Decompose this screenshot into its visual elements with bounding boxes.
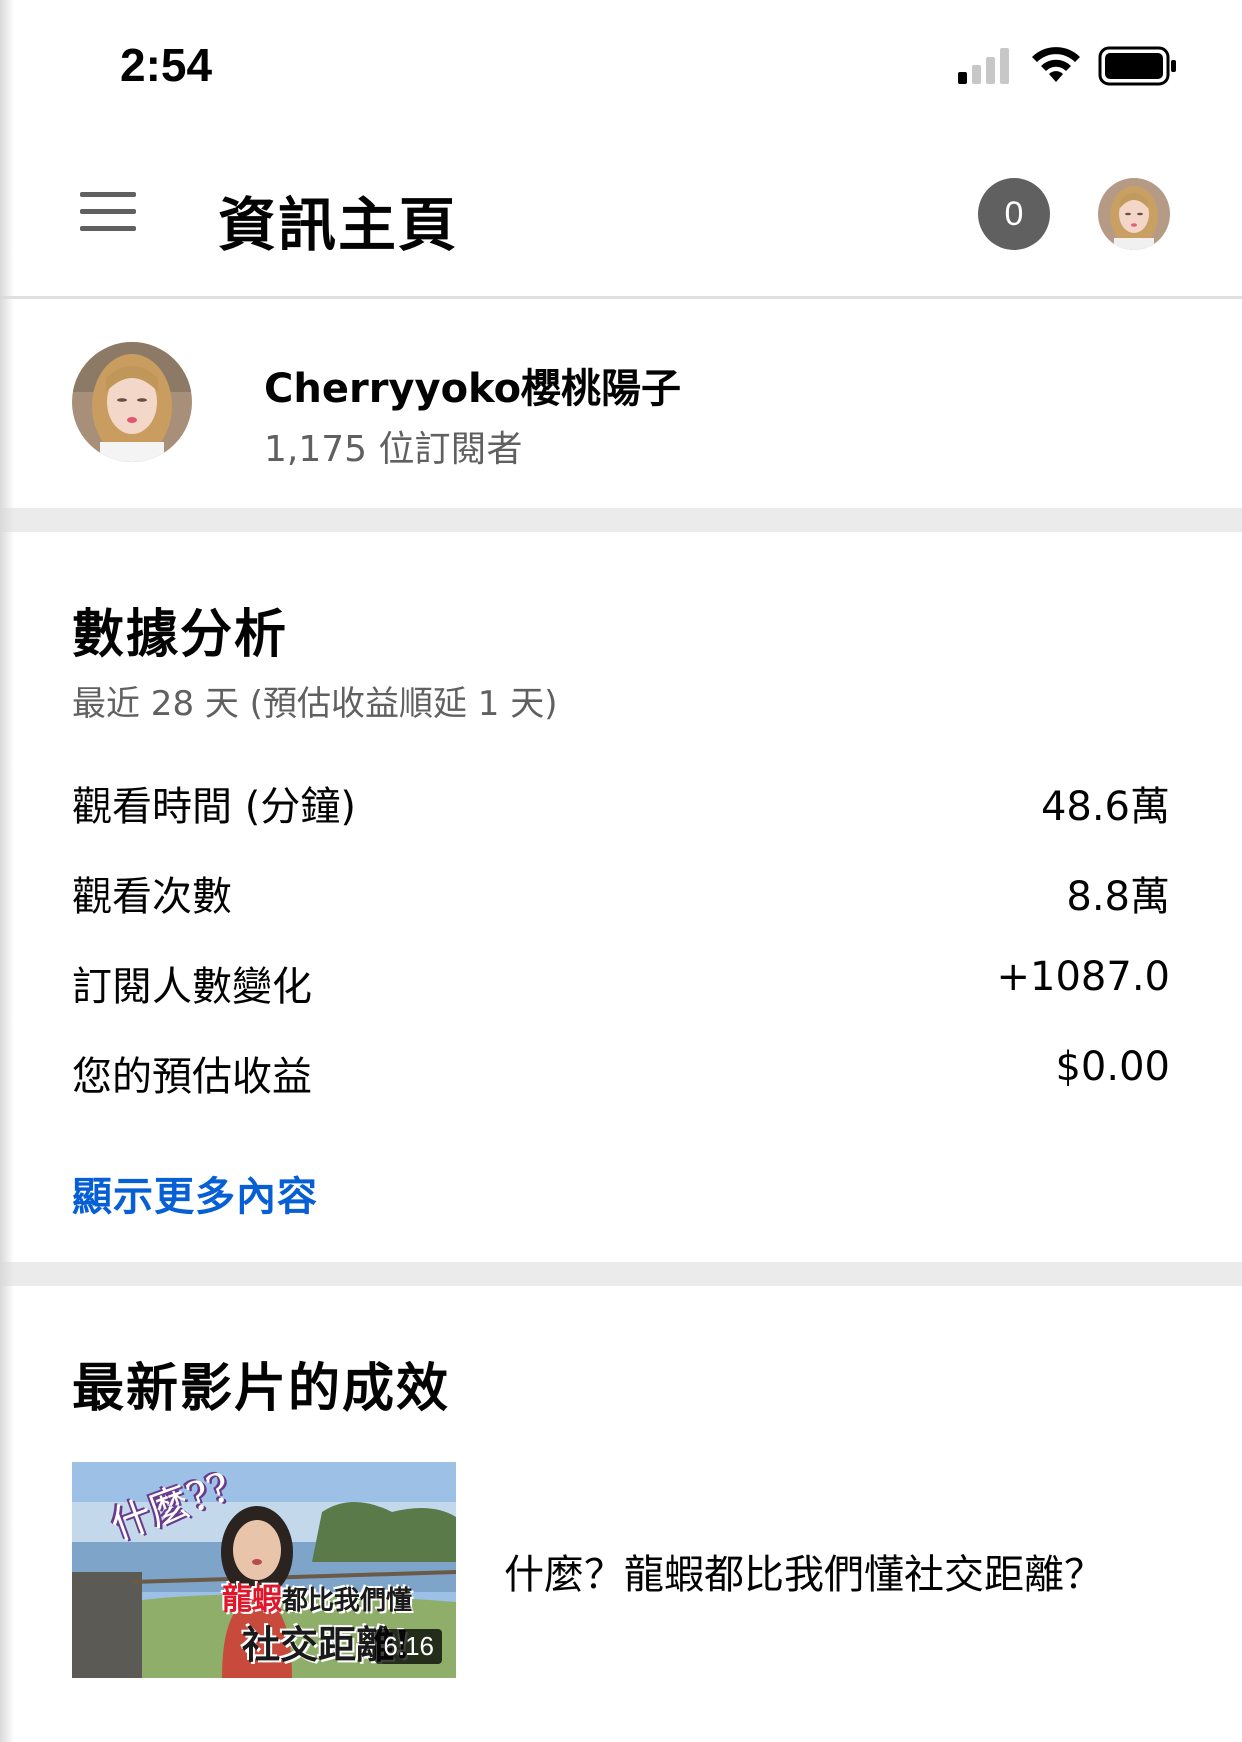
latest-video-card: 最新影片的成效 什麼?? 龍蝦都比我們懂 社交距離! 6:16 什麼？龍蝦都比我…: [0, 1286, 1242, 1742]
analytics-title: 數據分析: [72, 605, 289, 665]
hamburger-menu-icon[interactable]: [80, 192, 136, 232]
video-title[interactable]: 什麼？龍蝦都比我們懂社交距離？: [504, 1542, 1194, 1600]
section-divider: [0, 508, 1242, 532]
notification-badge[interactable]: 0: [978, 178, 1050, 250]
page-title: 資訊主頁: [218, 191, 459, 259]
metric-value: +1087.0: [996, 954, 1170, 1000]
metric-value: $0.00: [1055, 1044, 1170, 1090]
latest-video-title: 最新影片的成效: [72, 1359, 451, 1419]
channel-name: Cherryyoko櫻桃陽子: [264, 366, 682, 412]
metric-label: 觀看時間 (分鐘): [72, 784, 356, 830]
thumbnail-caption: 龍蝦都比我們懂: [222, 1582, 413, 1617]
battery-icon: [1098, 46, 1176, 86]
status-time: 2:54: [120, 39, 213, 91]
metric-row-views: 觀看次數 8.8萬: [72, 864, 1170, 924]
metric-row-watch-time: 觀看時間 (分鐘) 48.6萬: [72, 774, 1170, 834]
top-app-bar: 資訊主頁 0: [0, 148, 1242, 299]
account-avatar[interactable]: [1098, 178, 1170, 250]
channel-avatar: [72, 342, 192, 462]
channel-header: Cherryyoko櫻桃陽子 1,175 位訂閱者: [0, 300, 1242, 508]
metric-label: 觀看次數: [72, 874, 232, 920]
wifi-icon: [1032, 47, 1080, 82]
video-duration: 6:16: [375, 1629, 442, 1664]
metric-row-subscribers: 訂閱人數變化 +1087.0: [72, 954, 1170, 1014]
metric-value: 48.6萬: [1040, 784, 1170, 830]
analytics-card: 數據分析 最近 28 天 (預估收益順延 1 天) 觀看時間 (分鐘) 48.6…: [0, 532, 1242, 1262]
metric-label: 訂閱人數變化: [72, 964, 312, 1010]
status-bar: 2:54: [0, 0, 1242, 130]
section-divider: [0, 1262, 1242, 1286]
video-thumbnail[interactable]: 什麼?? 龍蝦都比我們懂 社交距離! 6:16: [72, 1462, 456, 1678]
analytics-subtitle: 最近 28 天 (預估收益順延 1 天): [72, 684, 558, 724]
metric-value: 8.8萬: [1066, 874, 1170, 920]
metric-label: 您的預估收益: [72, 1054, 312, 1100]
left-edge-shadow: [0, 0, 14, 1742]
subscriber-count: 1,175 位訂閱者: [264, 429, 523, 470]
metric-row-revenue: 您的預估收益 $0.00: [72, 1044, 1170, 1104]
show-more-link[interactable]: 顯示更多內容: [72, 1164, 318, 1222]
cellular-signal-icon: [958, 48, 1009, 84]
